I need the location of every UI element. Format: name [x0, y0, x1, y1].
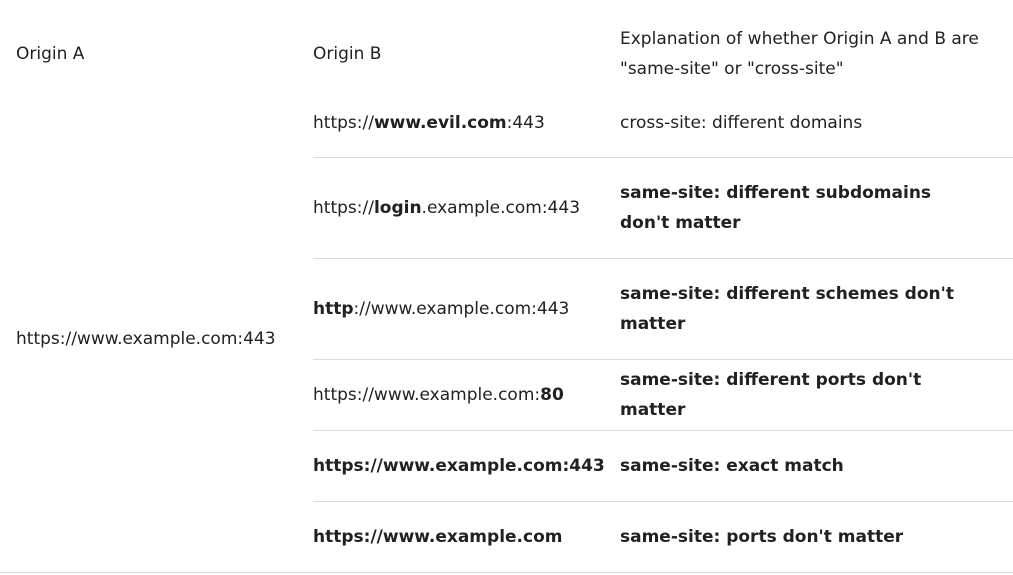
origin-b-cell: http://www.example.com:443: [313, 258, 620, 360]
explanation-text: same-site: different schemes don't matte…: [620, 283, 954, 334]
origin-b-highlight: http: [313, 298, 354, 319]
explanation-cell: cross-site: different domains: [620, 107, 1013, 158]
origin-b-cell: https://www.example.com:80: [313, 359, 620, 431]
origin-a-cell: https://www.example.com:443: [0, 107, 313, 573]
explanation-text: same-site: different ports don't matter: [620, 369, 922, 420]
explanation-cell: same-site: different schemes don't matte…: [620, 258, 1013, 360]
explanation-cell: same-site: exact match: [620, 430, 1013, 502]
header-origin-b: Origin B: [313, 43, 382, 64]
origin-b-highlight: https://www.example.com: [313, 526, 563, 547]
same-site-comparison-table: Origin A Origin B Explanation of whether…: [0, 0, 1013, 573]
explanation-text: cross-site: different domains: [620, 113, 863, 133]
table-header: Origin A Origin B Explanation of whether…: [0, 0, 1013, 107]
origin-b-cell: https://www.example.com:443: [313, 430, 620, 502]
origin-b-highlight: https://www.example.com:443: [313, 455, 605, 476]
origin-b-cell: https://www.example.com: [313, 501, 620, 573]
origin-b-text: .example.com:443: [421, 197, 581, 218]
header-row: Origin A Origin B Explanation of whether…: [0, 0, 1013, 107]
origin-b-text: ://www.example.com:443: [353, 298, 570, 319]
explanation-cell: same-site: different ports don't matter: [620, 359, 1013, 431]
origin-b-highlight: login: [373, 197, 422, 218]
origin-b-text: :443: [506, 113, 545, 133]
explanation-text: same-site: ports don't matter: [620, 526, 904, 547]
header-explanation: Explanation of whether Origin A and B ar…: [620, 28, 979, 79]
origin-b-cell: https://login.example.com:443: [313, 157, 620, 259]
table-body: https://www.example.com:443 https://www.…: [0, 107, 1013, 573]
origin-b-text: https://: [313, 113, 374, 133]
explanation-text: same-site: different subdomains don't ma…: [620, 182, 932, 233]
origin-b-highlight: 80: [540, 384, 564, 405]
explanation-cell: same-site: different subdomains don't ma…: [620, 157, 1013, 259]
explanation-text: same-site: exact match: [620, 455, 844, 476]
header-origin-a: Origin A: [16, 43, 85, 64]
origin-b-text: https://: [313, 197, 374, 218]
origin-b-highlight: www.evil.com: [373, 113, 507, 133]
origin-b-cell: https://www.evil.com:443: [313, 107, 620, 158]
origin-b-text: https://www.example.com:: [313, 384, 541, 405]
explanation-cell: same-site: ports don't matter: [620, 501, 1013, 573]
table-row: https://www.example.com:443 https://www.…: [0, 107, 1013, 573]
